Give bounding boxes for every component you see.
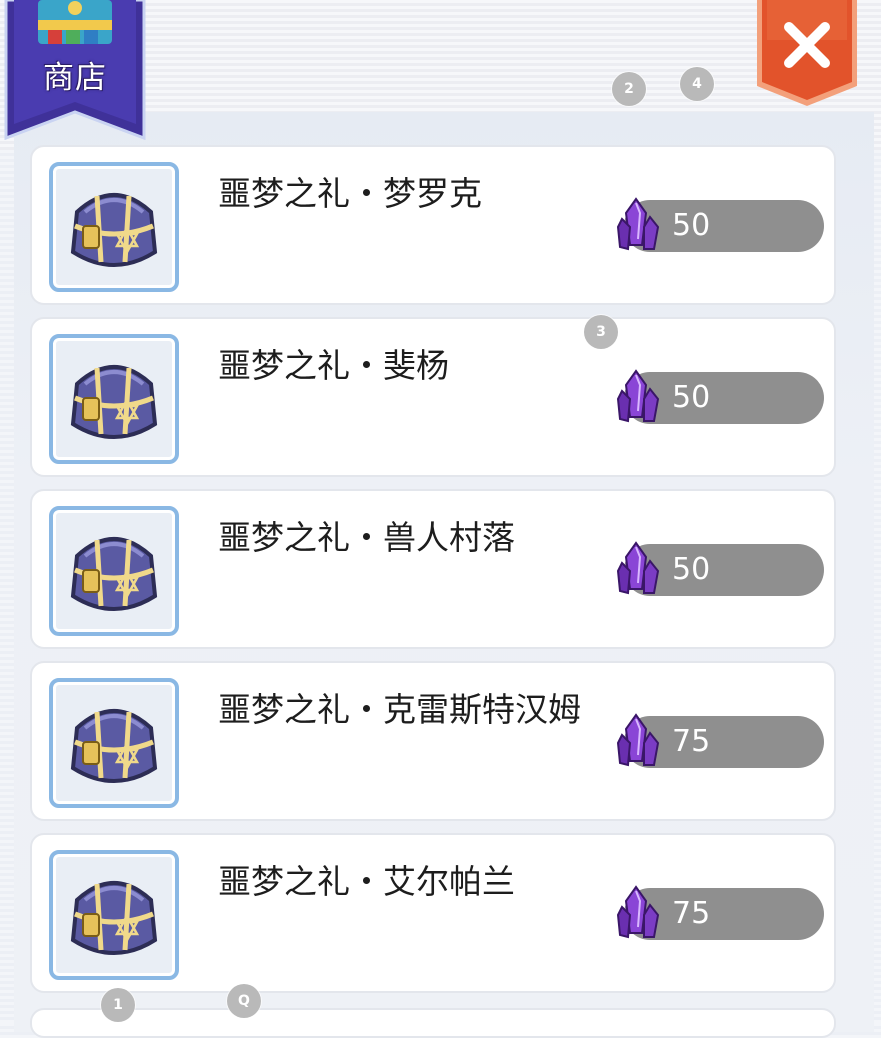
purple-crystal-icon <box>616 541 660 595</box>
price-value: 50 <box>672 552 711 587</box>
item-icon-frame <box>49 506 179 636</box>
treasure-chest-icon <box>70 537 158 611</box>
marker-2: 2 <box>612 72 646 106</box>
marker-q: Q <box>227 984 261 1018</box>
item-icon-frame <box>49 334 179 464</box>
item-name: 噩梦之礼・克雷斯特汉姆 <box>218 690 581 729</box>
item-icon-frame <box>49 850 179 980</box>
marker-1: 1 <box>101 988 135 1022</box>
close-x-icon <box>757 0 857 106</box>
shop-title: 商店 <box>43 60 107 96</box>
price-value: 50 <box>672 380 711 415</box>
marker-3: 3 <box>584 315 618 349</box>
price-value: 75 <box>672 896 711 931</box>
item-card-partial[interactable] <box>30 1008 836 1038</box>
item-card[interactable]: 噩梦之礼・克雷斯特汉姆 75 <box>30 661 836 821</box>
purple-crystal-icon <box>616 885 660 939</box>
treasure-chest-icon <box>70 709 158 783</box>
price-button[interactable]: 50 <box>616 197 824 252</box>
price-value: 75 <box>672 724 711 759</box>
marker-4: 4 <box>680 67 714 101</box>
price-button[interactable]: 75 <box>616 885 824 940</box>
price-button[interactable]: 50 <box>616 541 824 596</box>
item-card[interactable]: 噩梦之礼・兽人村落 50 <box>30 489 836 649</box>
price-button[interactable]: 75 <box>616 713 824 768</box>
treasure-chest-icon <box>70 881 158 955</box>
treasure-chest-icon <box>70 365 158 439</box>
item-icon-frame <box>49 678 179 808</box>
treasure-chest-icon <box>70 193 158 267</box>
item-card[interactable]: 噩梦之礼・梦罗克 50 <box>30 145 836 305</box>
shop-banner: 商店 <box>4 0 146 140</box>
close-button[interactable] <box>755 0 859 108</box>
price-value: 50 <box>672 208 711 243</box>
item-name: 噩梦之礼・斐杨 <box>218 346 449 385</box>
item-name: 噩梦之礼・艾尔帕兰 <box>218 862 515 901</box>
price-button[interactable]: 50 <box>616 369 824 424</box>
purple-crystal-icon <box>616 369 660 423</box>
item-name: 噩梦之礼・兽人村落 <box>218 518 515 557</box>
item-card[interactable]: 噩梦之礼・艾尔帕兰 75 <box>30 833 836 993</box>
item-name: 噩梦之礼・梦罗克 <box>218 174 482 213</box>
purple-crystal-icon <box>616 197 660 251</box>
item-icon-frame <box>49 162 179 292</box>
purple-crystal-icon <box>616 713 660 767</box>
item-card[interactable]: 噩梦之礼・斐杨 50 <box>30 317 836 477</box>
